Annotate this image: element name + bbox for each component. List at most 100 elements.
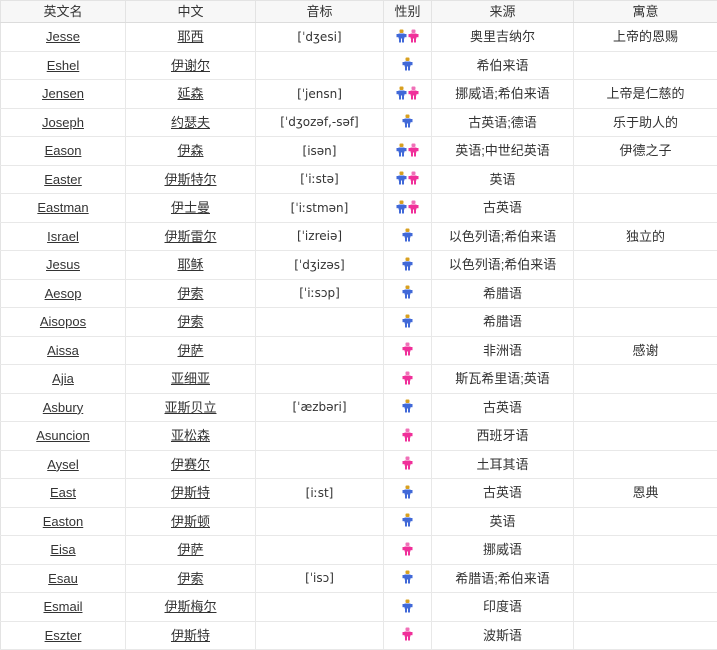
english-name-link[interactable]: Esmail bbox=[43, 599, 82, 614]
english-name-link[interactable]: Eisa bbox=[50, 542, 75, 557]
cell-phonetic: [ˈiːstmən] bbox=[256, 194, 384, 223]
english-name-link[interactable]: Joseph bbox=[42, 115, 84, 130]
cell-chinese: 伊索 bbox=[126, 564, 256, 593]
english-name-link[interactable]: Aysel bbox=[47, 457, 79, 472]
phonetic-text: [ˈdʒesi] bbox=[297, 30, 341, 44]
gender-icons bbox=[402, 565, 413, 590]
cell-source: 希伯来语 bbox=[432, 51, 574, 80]
cell-chinese: 伊斯特尔 bbox=[126, 165, 256, 194]
cell-meaning: 上帝的恩赐 bbox=[574, 23, 717, 52]
cell-meaning: 乐于助人的 bbox=[574, 108, 717, 137]
english-name-link[interactable]: East bbox=[50, 485, 76, 500]
meaning-text: 恩典 bbox=[632, 485, 658, 500]
english-name-link[interactable]: Eszter bbox=[45, 628, 82, 643]
cell-meaning bbox=[574, 536, 717, 565]
chinese-name-link[interactable]: 伊斯特 bbox=[171, 628, 210, 643]
chinese-name-link[interactable]: 伊赛尔 bbox=[171, 457, 210, 472]
english-name-link[interactable]: Jensen bbox=[42, 86, 84, 101]
chinese-name-link[interactable]: 伊萨 bbox=[177, 343, 203, 358]
chinese-name-link[interactable]: 约瑟夫 bbox=[171, 115, 210, 130]
table-row: Eisa伊萨挪威语 bbox=[1, 536, 717, 565]
cell-english: Eszter bbox=[1, 621, 126, 650]
chinese-name-link[interactable]: 耶西 bbox=[177, 29, 203, 44]
chinese-name-link[interactable]: 亚松森 bbox=[171, 428, 210, 443]
english-name-link[interactable]: Ajia bbox=[52, 371, 74, 386]
cell-phonetic bbox=[256, 507, 384, 536]
chinese-name-link[interactable]: 伊索 bbox=[177, 314, 203, 329]
phonetic-text: [iːst] bbox=[306, 486, 334, 500]
gender-icons bbox=[402, 508, 413, 533]
english-name-link[interactable]: Esau bbox=[48, 571, 78, 586]
english-name-link[interactable]: Aisopos bbox=[40, 314, 86, 329]
chinese-name-link[interactable]: 伊斯特 bbox=[171, 485, 210, 500]
female-figure-icon bbox=[408, 171, 419, 185]
gender-icons bbox=[402, 622, 413, 647]
phonetic-text: [ˈiːstə] bbox=[300, 172, 338, 186]
cell-source: 英语 bbox=[432, 507, 574, 536]
cell-chinese: 伊斯特 bbox=[126, 479, 256, 508]
chinese-name-link[interactable]: 伊萨 bbox=[177, 542, 203, 557]
english-name-link[interactable]: Eason bbox=[45, 143, 82, 158]
gender-icons bbox=[402, 308, 413, 333]
cell-gender bbox=[384, 251, 432, 280]
cell-meaning bbox=[574, 593, 717, 622]
cell-source: 奥里吉纳尔 bbox=[432, 23, 574, 52]
female-figure-icon bbox=[402, 428, 413, 442]
table-row: Eshel 伊谢尔 希伯来语 bbox=[1, 51, 717, 80]
cell-english: Joseph bbox=[1, 108, 126, 137]
cell-source: 英语 bbox=[432, 165, 574, 194]
cell-gender bbox=[384, 393, 432, 422]
column-header-phonetic: 音标 bbox=[256, 1, 384, 23]
cell-english: East bbox=[1, 479, 126, 508]
gender-icons bbox=[402, 109, 413, 134]
cell-meaning bbox=[574, 450, 717, 479]
english-name-link[interactable]: Aesop bbox=[45, 286, 82, 301]
cell-chinese: 伊索 bbox=[126, 308, 256, 337]
column-header-english: 英文名 bbox=[1, 1, 126, 23]
chinese-name-link[interactable]: 伊斯特尔 bbox=[164, 172, 216, 187]
chinese-name-link[interactable]: 延森 bbox=[177, 86, 203, 101]
male-figure-icon bbox=[396, 171, 407, 185]
phonetic-text: [ˈiːsɔp] bbox=[299, 286, 340, 300]
chinese-name-link[interactable]: 亚斯贝立 bbox=[164, 400, 216, 415]
male-figure-icon bbox=[396, 143, 407, 157]
cell-english: Jesus bbox=[1, 251, 126, 280]
english-name-link[interactable]: Aissa bbox=[47, 343, 79, 358]
english-name-link[interactable]: Easter bbox=[44, 172, 82, 187]
english-name-link[interactable]: Israel bbox=[47, 229, 79, 244]
english-name-link[interactable]: Asuncion bbox=[36, 428, 89, 443]
english-name-link[interactable]: Jesse bbox=[46, 29, 80, 44]
table-header: 英文名 中文 音标 性别 来源 寓意 bbox=[1, 1, 717, 23]
chinese-name-link[interactable]: 伊索 bbox=[177, 286, 203, 301]
cell-chinese: 伊森 bbox=[126, 137, 256, 166]
english-name-link[interactable]: Asbury bbox=[43, 400, 83, 415]
chinese-name-link[interactable]: 伊谢尔 bbox=[171, 58, 210, 73]
source-text: 印度语 bbox=[483, 599, 522, 614]
cell-english: Esau bbox=[1, 564, 126, 593]
phonetic-text: [ˈjensn] bbox=[297, 87, 342, 101]
gender-icons bbox=[402, 52, 413, 77]
chinese-name-link[interactable]: 亚细亚 bbox=[171, 371, 210, 386]
meaning-text: 伊德之子 bbox=[619, 143, 671, 158]
cell-phonetic bbox=[256, 365, 384, 394]
gender-icons bbox=[396, 166, 419, 191]
cell-source: 印度语 bbox=[432, 593, 574, 622]
chinese-name-link[interactable]: 伊斯雷尔 bbox=[164, 229, 216, 244]
cell-phonetic bbox=[256, 593, 384, 622]
cell-phonetic: [ˈisɔ] bbox=[256, 564, 384, 593]
english-name-link[interactable]: Easton bbox=[43, 514, 83, 529]
chinese-name-link[interactable]: 伊斯梅尔 bbox=[164, 599, 216, 614]
male-figure-icon bbox=[402, 285, 413, 299]
cell-meaning bbox=[574, 564, 717, 593]
english-name-link[interactable]: Jesus bbox=[46, 257, 80, 272]
chinese-name-link[interactable]: 伊斯顿 bbox=[171, 514, 210, 529]
english-name-link[interactable]: Eshel bbox=[47, 58, 80, 73]
cell-gender bbox=[384, 80, 432, 109]
chinese-name-link[interactable]: 耶稣 bbox=[177, 257, 203, 272]
chinese-name-link[interactable]: 伊森 bbox=[177, 143, 203, 158]
chinese-name-link[interactable]: 伊士曼 bbox=[171, 200, 210, 215]
english-name-link[interactable]: Eastman bbox=[37, 200, 88, 215]
cell-english: Easton bbox=[1, 507, 126, 536]
chinese-name-link[interactable]: 伊索 bbox=[177, 571, 203, 586]
table-row: Asbury亚斯贝立[ˈæzbəri]古英语 bbox=[1, 393, 717, 422]
